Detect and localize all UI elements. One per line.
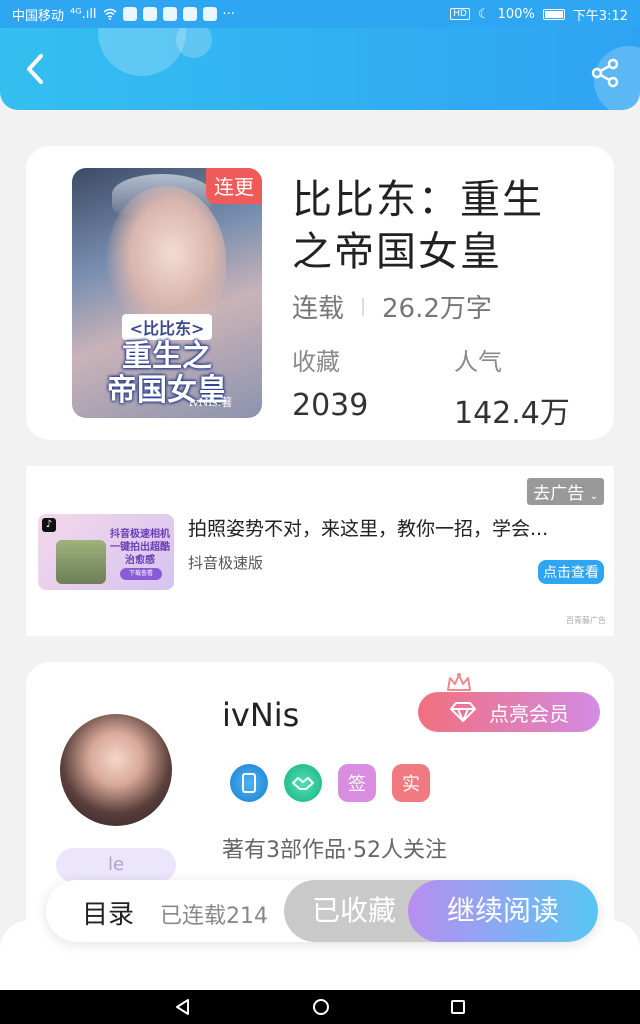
- app-notification-icon: [182, 7, 197, 21]
- back-button[interactable]: [18, 52, 52, 86]
- signal-icon: ⁴ᴳ.ıll: [70, 6, 97, 22]
- crown-icon: [447, 673, 471, 691]
- cover-title-art: <比比东> 重生之 帝国女皇: [72, 314, 262, 408]
- continue-reading-button[interactable]: 继续阅读: [408, 880, 598, 942]
- favorites-label: 收藏: [292, 348, 340, 376]
- decor-bubble: [176, 28, 212, 58]
- nav-recents-icon[interactable]: [450, 999, 466, 1015]
- avatar-tag: le: [56, 848, 176, 882]
- ad-thumbnail[interactable]: ♪ 抖音极速相机 一键拍出超酷治愈感 下载查看: [38, 514, 174, 590]
- cover-author: ivNis.著: [188, 396, 232, 409]
- nav-back-icon[interactable]: [174, 998, 192, 1016]
- cover-title-line1: 重生之: [122, 339, 212, 374]
- signed-author-badge[interactable]: 签: [338, 764, 376, 802]
- serializing-badge: 连更: [206, 168, 262, 204]
- popularity-value: 142.4万: [454, 396, 570, 431]
- ad-photo: [56, 540, 106, 584]
- status-bar: 中国移动 ⁴ᴳ.ıll ··· HD ☾ 100% 下午3:12: [0, 0, 640, 28]
- cover-small-title: <比比东>: [121, 314, 213, 340]
- remove-ad-button[interactable]: 去广告 ⌄: [527, 478, 604, 505]
- app-notification-icon: [162, 7, 177, 21]
- author-stats: 著有3部作品·52人关注: [222, 838, 447, 863]
- popularity-label: 人气: [454, 348, 502, 376]
- ad-source: 抖音极速版: [188, 554, 264, 572]
- phone-verified-icon[interactable]: [230, 764, 268, 802]
- book-info-card: <比比东> 重生之 帝国女皇 ivNis.著 连更 比比东：重生之帝国女皇 连载…: [26, 146, 614, 440]
- ad-thumb-button: 下载查看: [120, 568, 162, 580]
- bottom-action-bar: 目录 已连载214 已收藏 继续阅读: [46, 880, 598, 942]
- chevron-down-icon: ⌄: [589, 491, 598, 502]
- author-badges: 签 实: [230, 764, 430, 802]
- decor-bubble: [98, 28, 186, 76]
- ad-banner[interactable]: 去广告 ⌄ ♪ 抖音极速相机 一键拍出超酷治愈感 下载查看 拍照姿势不对，来这里…: [26, 466, 614, 636]
- share-button[interactable]: [588, 56, 622, 90]
- tiktok-icon: ♪: [42, 518, 56, 532]
- handshake-icon[interactable]: [284, 764, 322, 802]
- ad-thumb-text: 抖音极速相机 一键拍出超酷治愈感: [110, 529, 170, 566]
- book-meta: 连载 26.2万字: [292, 288, 492, 325]
- header: [0, 28, 640, 110]
- book-title: 比比东：重生之帝国女皇: [292, 177, 544, 275]
- cover-title-line2: 帝国女皇: [107, 373, 227, 408]
- clock: 下午3:12: [572, 8, 628, 24]
- ad-mark: 百青藤广告: [566, 616, 606, 625]
- remove-ad-label: 去广告: [533, 484, 585, 504]
- book-status: 连载: [292, 294, 345, 324]
- carrier-label: 中国移动: [12, 8, 65, 24]
- app-notification-icon: [122, 7, 137, 21]
- nav-home-icon[interactable]: [312, 998, 330, 1016]
- real-name-badge[interactable]: 实: [392, 764, 430, 802]
- author-name[interactable]: ivNis: [222, 696, 299, 734]
- battery-icon: [542, 8, 565, 20]
- hd-icon: HD: [450, 8, 470, 20]
- meta-divider: [362, 297, 365, 316]
- vip-button[interactable]: 点亮会员: [418, 692, 600, 732]
- toc-status[interactable]: 已连载214: [160, 898, 268, 930]
- vip-label: 点亮会员: [489, 701, 569, 726]
- book-cover[interactable]: <比比东> 重生之 帝国女皇 ivNis.著 连更: [72, 168, 262, 418]
- favorites-value: 2039: [292, 388, 369, 423]
- moon-icon: ☾: [477, 6, 490, 22]
- share-icon: [591, 58, 619, 88]
- app-notification-icon: [202, 7, 217, 21]
- wifi-icon: [103, 8, 117, 20]
- app-notification-icon: [142, 7, 157, 21]
- ad-title[interactable]: 拍照姿势不对，来这里，教你一招，学会...: [188, 514, 598, 541]
- avatar[interactable]: [60, 714, 172, 826]
- system-nav-bar: [0, 990, 640, 1024]
- battery-percent: 100%: [497, 6, 535, 22]
- toc-button[interactable]: 目录: [82, 894, 134, 931]
- chevron-left-icon: [27, 54, 43, 84]
- more-notifications-icon: ···: [222, 6, 235, 22]
- diamond-icon: [450, 702, 476, 722]
- ad-cta-button[interactable]: 点击查看: [538, 560, 604, 584]
- word-count: 26.2万字: [382, 294, 492, 324]
